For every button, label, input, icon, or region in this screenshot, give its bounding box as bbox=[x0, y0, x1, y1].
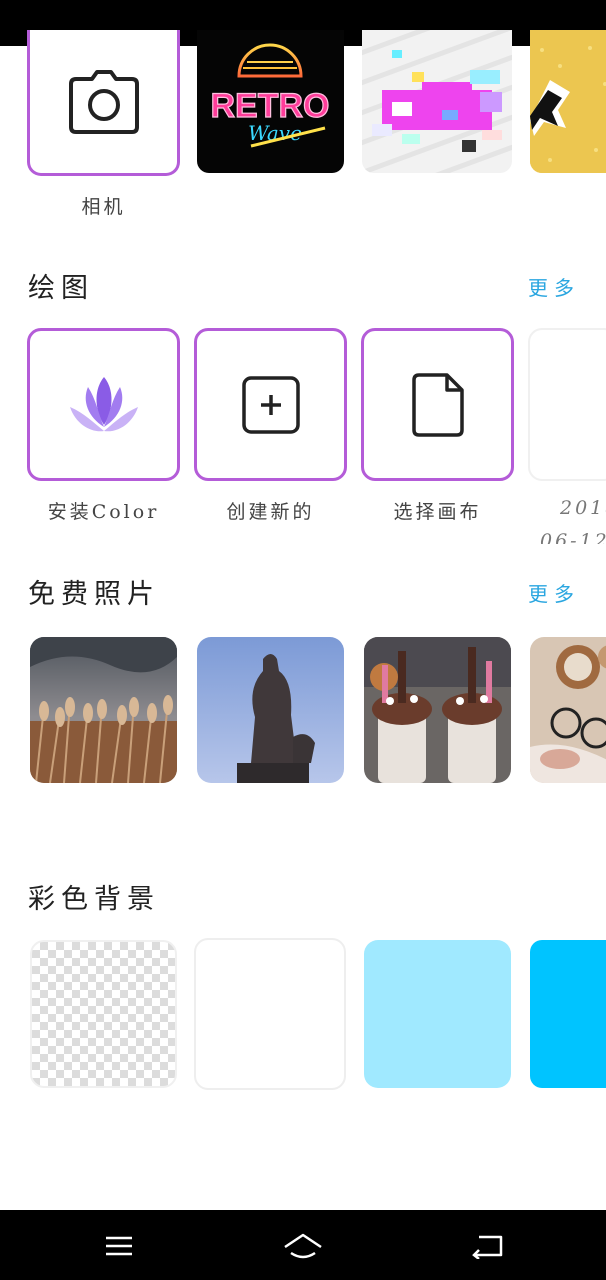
background-blue[interactable] bbox=[530, 940, 606, 1088]
saved-drawing-date: 2018- bbox=[560, 497, 606, 519]
create-new-tile[interactable] bbox=[194, 328, 347, 481]
drawing-more-link[interactable]: 更多 bbox=[528, 272, 580, 301]
select-canvas-tile[interactable] bbox=[361, 328, 514, 481]
camera-tile[interactable] bbox=[27, 30, 180, 176]
install-color-tile[interactable] bbox=[27, 328, 180, 481]
back-icon[interactable] bbox=[468, 1226, 508, 1266]
photo-reeds[interactable] bbox=[30, 637, 177, 783]
saved-drawing-tile[interactable] bbox=[528, 328, 606, 481]
lotus-icon bbox=[30, 331, 177, 478]
star-sticker-image bbox=[530, 30, 606, 173]
camera-icon bbox=[30, 30, 177, 173]
section-title-drawing: 绘图 bbox=[28, 273, 94, 304]
select-canvas-label: 选择画布 bbox=[393, 501, 482, 523]
file-icon bbox=[364, 331, 511, 478]
background-white[interactable] bbox=[194, 938, 346, 1090]
create-new-label: 创建新的 bbox=[226, 501, 315, 523]
photo-statue[interactable] bbox=[197, 637, 344, 783]
camera-label: 相机 bbox=[81, 196, 126, 218]
saved-drawing-date-line2: 06-12 bbox=[540, 530, 606, 544]
background-light-blue[interactable] bbox=[364, 940, 511, 1088]
section-title-free-photos: 免费照片 bbox=[28, 579, 160, 610]
retro-wave-logo: RETRO Wave bbox=[210, 43, 330, 148]
glitch-art-tile[interactable] bbox=[362, 30, 512, 173]
glitch-art-image bbox=[362, 30, 512, 173]
menu-icon[interactable] bbox=[99, 1226, 139, 1266]
navigation-bar bbox=[0, 1210, 606, 1280]
section-title-color-backgrounds: 彩色背景 bbox=[28, 884, 160, 915]
add-square-icon bbox=[197, 331, 344, 478]
free-photos-more-link[interactable]: 更多 bbox=[528, 578, 580, 607]
home-icon[interactable] bbox=[283, 1226, 323, 1266]
background-transparent[interactable] bbox=[30, 940, 177, 1088]
retro-wave-tile[interactable]: RETRO Wave bbox=[197, 30, 344, 173]
gold-star-tile[interactable] bbox=[530, 30, 606, 173]
photo-coffee-flatlay[interactable] bbox=[530, 637, 606, 783]
install-color-label: 安装Color bbox=[47, 501, 160, 523]
photo-milkshakes[interactable] bbox=[364, 637, 511, 783]
svg-text:RETRO: RETRO bbox=[211, 87, 330, 125]
